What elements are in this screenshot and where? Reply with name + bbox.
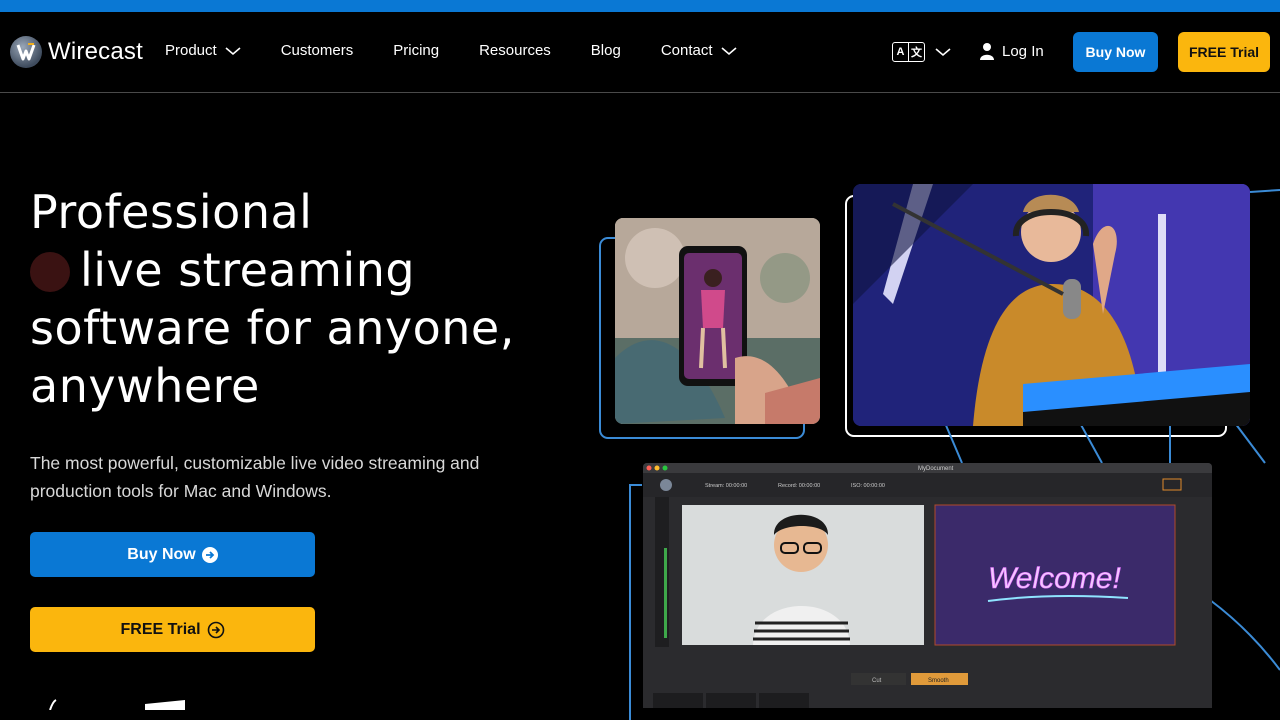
nav-item-product[interactable]: Product [165, 42, 241, 59]
nav-item-label: Resources [479, 42, 551, 59]
stream-timer: Stream: 00:00:00 [705, 483, 747, 489]
hero-headline: Professional live streaming software for… [30, 183, 570, 415]
nav-item-pricing[interactable]: Pricing [393, 42, 439, 59]
record-timer: Record: 00:00:00 [778, 483, 820, 489]
hero-buy-now-button[interactable]: Buy Now [30, 532, 315, 577]
nav-links: Product Customers Pricing Resources Blog… [165, 42, 777, 59]
nav-item-resources[interactable]: Resources [479, 42, 551, 59]
main-navigation: Wirecast Product Customers Pricing Resou… [0, 12, 1280, 93]
headline-line-2: live streaming [80, 243, 416, 297]
top-accent-bar [0, 0, 1280, 12]
nav-buy-now-button[interactable]: Buy Now [1073, 32, 1158, 72]
chevron-down-icon [225, 46, 241, 55]
chevron-down-icon [721, 46, 737, 55]
nav-item-customers[interactable]: Customers [281, 42, 354, 59]
headline-line-4: anywhere [30, 359, 260, 413]
language-selector[interactable]: A文 [892, 42, 951, 62]
nav-item-label: Customers [280, 42, 354, 59]
brand-name: Wirecast [48, 38, 143, 65]
brand-logo[interactable]: Wirecast [10, 36, 143, 68]
wirecast-app-screenshot: MyDocument Stream: 00:00:00 Record: 00:0… [643, 463, 1212, 708]
transition-smooth: Smooth [928, 678, 949, 684]
chevron-down-icon [935, 48, 951, 57]
login-link[interactable]: Log In [980, 42, 1044, 60]
buy-now-label: Buy Now [127, 545, 196, 563]
nav-free-trial-button[interactable]: FREE Trial [1178, 32, 1270, 72]
arrow-circle-icon [201, 546, 218, 563]
nav-item-blog[interactable]: Blog [591, 42, 621, 59]
nav-item-label: Contact [660, 42, 713, 59]
live-indicator-dot [30, 252, 70, 292]
hero-free-trial-button[interactable]: FREE Trial [30, 607, 315, 652]
hero-subtext: The most powerful, customizable live vid… [30, 453, 480, 501]
iso-timer: ISO: 00:00:00 [851, 483, 885, 489]
free-trial-label: FREE Trial [120, 620, 201, 638]
translate-icon: A文 [892, 42, 925, 62]
welcome-neon-text: Welcome! [988, 562, 1121, 595]
transition-cut: Cut [872, 678, 882, 684]
arrow-circle-icon [207, 621, 224, 638]
nav-item-contact[interactable]: Contact [661, 42, 737, 59]
phone-streaming-photo [615, 218, 820, 424]
headline-line-1: Professional [30, 185, 313, 239]
platform-logos [49, 699, 185, 710]
streamer-photo [853, 184, 1250, 426]
nav-item-label: Pricing [393, 42, 440, 59]
wirecast-logo-icon [10, 36, 42, 68]
nav-item-label: Blog [590, 42, 621, 59]
headline-line-3: software for anyone, [30, 301, 515, 355]
nav-item-label: Product [165, 42, 217, 59]
user-icon [980, 43, 994, 60]
app-window-title: MyDocument [918, 466, 954, 472]
login-label: Log In [1002, 42, 1044, 60]
